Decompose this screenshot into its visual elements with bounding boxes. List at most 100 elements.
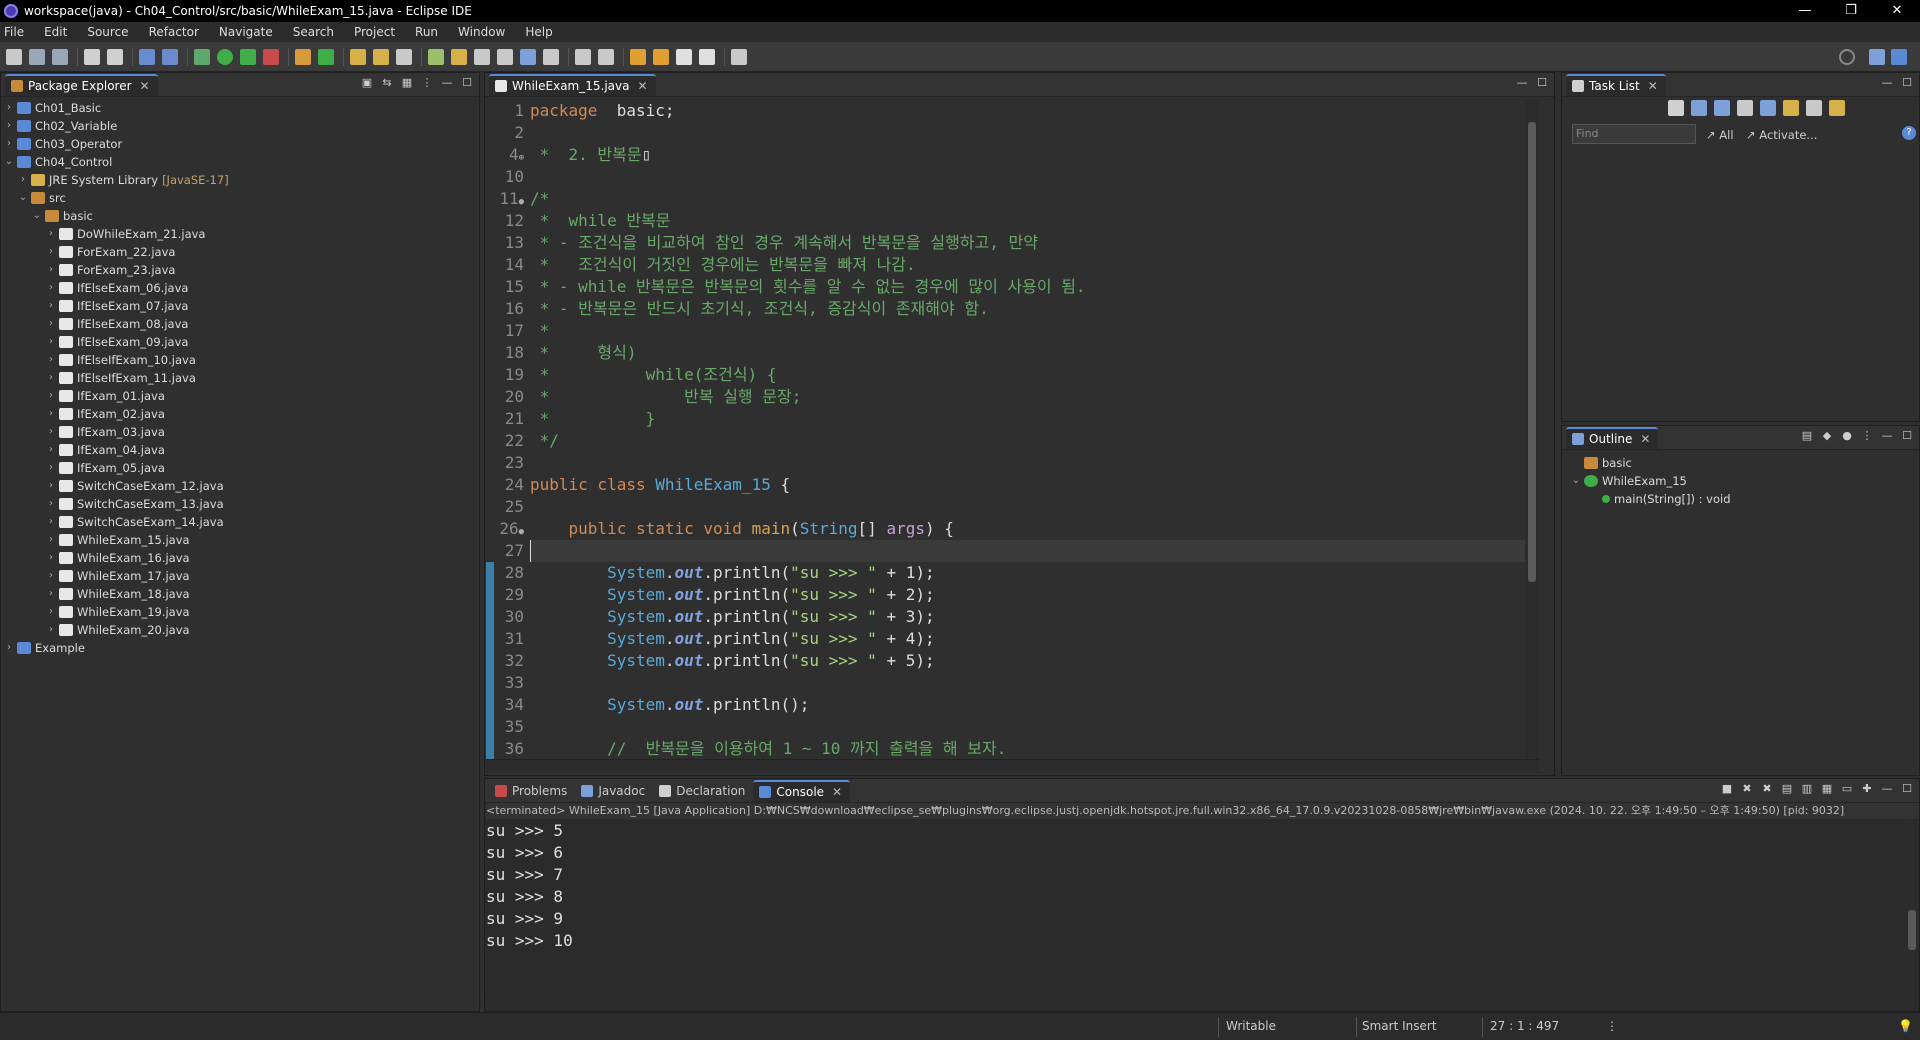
close-icon[interactable]: ✕: [140, 79, 150, 93]
tree-item[interactable]: › Ch02_Variable: [3, 117, 479, 135]
minimize-view-icon[interactable]: —: [1881, 430, 1893, 442]
chevron-right-icon[interactable]: ›: [45, 333, 57, 351]
new-class-icon[interactable]: [318, 48, 334, 65]
tree-item[interactable]: › Ch03_Operator: [3, 135, 479, 153]
chevron-right-icon[interactable]: ›: [45, 603, 57, 621]
open-type-icon[interactable]: [350, 48, 366, 65]
redo-icon[interactable]: [107, 48, 123, 65]
open-task-icon[interactable]: [373, 48, 389, 65]
menu-project[interactable]: Project: [354, 25, 395, 39]
tree-item[interactable]: ⌄ src: [3, 189, 479, 207]
chevron-right-icon[interactable]: ›: [45, 441, 57, 459]
lightbulb-icon[interactable]: 💡: [1898, 1019, 1913, 1033]
code-line[interactable]: *: [530, 320, 1525, 342]
debug-icon[interactable]: [194, 48, 210, 65]
hide-completed-icon[interactable]: [1737, 100, 1753, 116]
view-menu-icon[interactable]: ⋮: [421, 77, 433, 89]
terminal-icon[interactable]: [139, 48, 155, 65]
categorized-icon[interactable]: [1691, 100, 1707, 116]
editor-horizontal-scrollbar[interactable]: [486, 759, 1539, 773]
tab-package-explorer[interactable]: Package Explorer ✕: [5, 74, 158, 96]
tab-whileexam-15[interactable]: WhileExam_15.java ✕: [489, 74, 656, 96]
code-line[interactable]: [530, 672, 1525, 694]
code-line[interactable]: * 반복 실행 문장;: [530, 386, 1525, 408]
next-annotation-icon[interactable]: [575, 48, 591, 65]
tree-item[interactable]: › IfExam_05.java: [3, 459, 479, 477]
code-line[interactable]: System.out.println("su >>> " + 2);: [530, 584, 1525, 606]
menu-refactor[interactable]: Refactor: [149, 25, 199, 39]
menu-file[interactable]: File: [4, 25, 24, 39]
menu-help[interactable]: Help: [525, 25, 552, 39]
code-line[interactable]: System.out.println("su >>> " + 5);: [530, 650, 1525, 672]
block-selection-icon[interactable]: [474, 48, 490, 65]
sort-icon[interactable]: ▤: [1801, 430, 1813, 442]
tree-item[interactable]: › SwitchCaseExam_12.java: [3, 477, 479, 495]
chevron-down-icon[interactable]: ⌄: [17, 189, 29, 207]
chevron-right-icon[interactable]: ›: [45, 225, 57, 243]
outline-item-method[interactable]: main(String[]) : void: [1570, 490, 1919, 508]
new-console-icon[interactable]: ✚: [1861, 783, 1873, 795]
maximize-view-icon[interactable]: ☐: [1901, 783, 1913, 795]
forward-arrow-icon[interactable]: [699, 48, 715, 65]
remove-launch-icon[interactable]: ✖: [1741, 783, 1753, 795]
tree-item[interactable]: › Ch01_Basic: [3, 99, 479, 117]
tab-outline[interactable]: Outline ✕: [1566, 427, 1659, 449]
hide-static-icon[interactable]: ●: [1841, 430, 1853, 442]
close-icon[interactable]: ✕: [832, 785, 842, 799]
code-line[interactable]: */: [530, 430, 1525, 452]
chevron-right-icon[interactable]: ›: [3, 99, 15, 117]
console-output[interactable]: su >>> 5 su >>> 6 su >>> 7 su >>> 8 su >>> 9…: [486, 820, 1919, 995]
chevron-down-icon[interactable]: ⌄: [31, 207, 43, 225]
tree-item[interactable]: › WhileExam_18.java: [3, 585, 479, 603]
tree-item[interactable]: › IfExam_02.java: [3, 405, 479, 423]
tree-item[interactable]: › Example: [3, 639, 479, 657]
scroll-thumb[interactable]: [1528, 122, 1536, 582]
scroll-thumb[interactable]: [1908, 910, 1916, 950]
code-line[interactable]: [530, 122, 1525, 144]
tree-item[interactable]: › SwitchCaseExam_14.java: [3, 513, 479, 531]
chevron-right-icon[interactable]: ›: [45, 477, 57, 495]
tree-item[interactable]: › WhileExam_17.java: [3, 567, 479, 585]
chevron-right-icon[interactable]: ›: [45, 369, 57, 387]
external-tools-icon[interactable]: [263, 48, 279, 65]
link-with-editor-icon[interactable]: ⇆: [381, 77, 393, 89]
console-vertical-scrollbar[interactable]: [1905, 820, 1919, 995]
terminate-icon[interactable]: ■: [1721, 783, 1733, 795]
filter-all-link[interactable]: ↗ All: [1706, 128, 1734, 142]
tree-item[interactable]: › WhileExam_16.java: [3, 549, 479, 567]
code-line[interactable]: [530, 496, 1525, 518]
chevron-right-icon[interactable]: ›: [45, 495, 57, 513]
tab-problems[interactable]: Problems: [489, 780, 575, 802]
chevron-right-icon[interactable]: ›: [45, 243, 57, 261]
editor-vertical-scrollbar[interactable]: [1525, 100, 1539, 759]
tree-item[interactable]: › WhileExam_19.java: [3, 603, 479, 621]
code-line[interactable]: * - 반복문은 반드시 초기식, 조건식, 증감식이 존재해야 함.: [530, 298, 1525, 320]
undo-icon[interactable]: [84, 48, 100, 65]
tree-item[interactable]: ⌄ Ch04_Control: [3, 153, 479, 171]
minimize-view-icon[interactable]: —: [1881, 77, 1893, 89]
collapse-all-icon[interactable]: ▣: [361, 77, 373, 89]
menu-source[interactable]: Source: [87, 25, 128, 39]
chevron-right-icon[interactable]: ›: [45, 531, 57, 549]
menu-navigate[interactable]: Navigate: [219, 25, 273, 39]
tab-javadoc[interactable]: Javadoc: [575, 780, 653, 802]
chevron-right-icon[interactable]: ›: [45, 387, 57, 405]
code-line[interactable]: System.out.println("su >>> " + 4);: [530, 628, 1525, 650]
run-icon[interactable]: [217, 48, 233, 65]
tree-item[interactable]: › IfElseExam_08.java: [3, 315, 479, 333]
code-area[interactable]: package basic; * 2. 반복문▯ /* * while 반복문 *…: [530, 100, 1525, 759]
tree-item[interactable]: › ForExam_23.java: [3, 261, 479, 279]
maximize-view-icon[interactable]: ☐: [461, 77, 473, 89]
console-horizontal-scrollbar[interactable]: [486, 995, 1919, 1009]
fold-expand-icon[interactable]: ⊕: [519, 153, 524, 163]
chevron-right-icon[interactable]: ›: [45, 423, 57, 441]
save-icon[interactable]: [29, 48, 45, 65]
code-line[interactable]: * 형식): [530, 342, 1525, 364]
minimize-button[interactable]: —: [1782, 0, 1828, 22]
close-button[interactable]: ✕: [1874, 0, 1920, 22]
minimize-view-icon[interactable]: —: [1881, 783, 1893, 795]
tree-item[interactable]: › JRE System Library [JavaSE-17]: [3, 171, 479, 189]
tree-item[interactable]: › IfElseExam_06.java: [3, 279, 479, 297]
code-line[interactable]: System.out.println("su >>> " + 1);: [530, 562, 1525, 584]
save-all-icon[interactable]: [52, 48, 68, 65]
